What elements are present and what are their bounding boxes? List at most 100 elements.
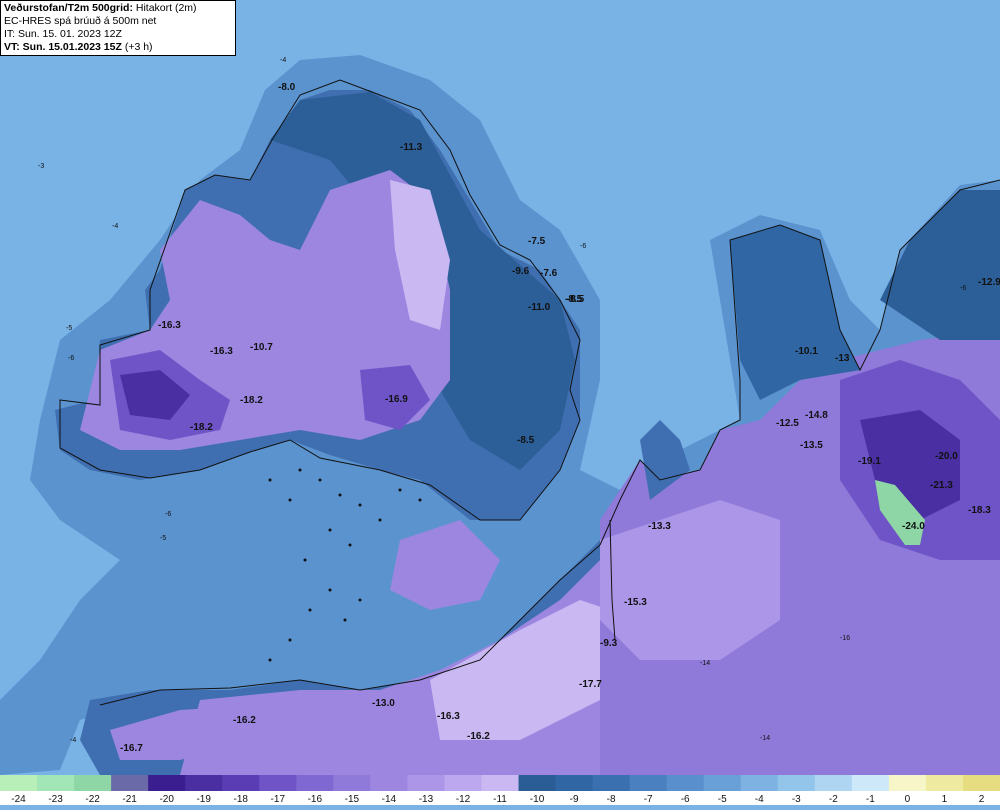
temperature-value-label: -13.5 (800, 440, 823, 451)
temperature-value-label: -9.3 (600, 638, 618, 649)
legend-label: -24 (11, 794, 26, 805)
svg-text:-4: -4 (70, 737, 76, 744)
legend-swatch (777, 775, 816, 791)
legend-swatch (592, 775, 631, 791)
legend-label: -6 (681, 794, 690, 805)
info-model-line: EC-HRES spá brúuð á 500m net (4, 15, 157, 27)
legend-label: -17 (271, 794, 286, 805)
legend-label: -12 (456, 794, 471, 805)
temperature-value-label: -8.5 (565, 294, 583, 305)
legend-swatch (148, 775, 186, 791)
legend-swatch (111, 775, 149, 791)
temperature-value-label: -18.3 (968, 505, 991, 516)
legend-label: 0 (905, 794, 911, 805)
info-valid-time-bold: VT: Sun. 15.01.2023 15Z (4, 41, 122, 53)
temperature-value-label: -20.0 (935, 451, 958, 462)
svg-text:-4: -4 (112, 223, 118, 230)
legend-swatch (407, 775, 445, 791)
legend-label: -18 (234, 794, 249, 805)
legend-swatch (851, 775, 890, 791)
svg-text:-6: -6 (68, 355, 74, 362)
legend-swatch (259, 775, 297, 791)
temperature-value-label: -13.3 (648, 521, 671, 532)
legend-label: -7 (644, 794, 653, 805)
legend-label: -8 (607, 794, 616, 805)
legend-label: -19 (196, 794, 211, 805)
svg-text:-16: -16 (840, 635, 850, 642)
legend-label: -3 (792, 794, 801, 805)
temperature-value-label: -14.8 (805, 410, 828, 421)
legend-swatch (518, 775, 557, 791)
temperature-value-label: -7.6 (540, 268, 558, 279)
temperature-value-label: -11.3 (400, 142, 423, 153)
temperature-value-label: -16.3 (210, 346, 233, 357)
info-title-bold: Veðurstofan/T2m 500grid: (4, 2, 133, 14)
legend-swatch (185, 775, 223, 791)
legend-label: 2 (979, 794, 985, 805)
temperature-value-label: -16.2 (233, 715, 256, 726)
temperature-value-label: -16.2 (467, 731, 490, 742)
legend-swatch (703, 775, 742, 791)
info-valid-time-rest: (+3 h) (121, 41, 153, 53)
legend-label: -15 (345, 794, 360, 805)
legend-label: -1 (866, 794, 875, 805)
temperature-value-label: -15.3 (624, 597, 647, 608)
legend-label: -4 (755, 794, 764, 805)
temperature-value-label: -12.5 (776, 418, 799, 429)
temperature-value-label: -11.0 (528, 302, 551, 313)
temperature-value-label: -24.0 (902, 521, 925, 532)
temperature-value-label: -18.2 (190, 422, 213, 433)
legend-swatch (0, 775, 38, 791)
temperature-value-label: -16.3 (437, 711, 460, 722)
info-init-time: IT: Sun. 15. 01. 2023 12Z (4, 28, 122, 40)
temperature-value-label: -13 (835, 353, 850, 364)
temperature-value-label: -7.5 (528, 236, 546, 247)
forecast-info-box: Veðurstofan/T2m 500grid: Hitakort (2m) E… (0, 0, 236, 56)
temperature-value-label: -10.7 (250, 342, 273, 353)
svg-text:-14: -14 (700, 660, 710, 667)
legend-swatch (888, 775, 927, 791)
legend-label: -22 (85, 794, 100, 805)
temperature-value-label: -21.3 (930, 480, 953, 491)
temperature-value-label: -19.1 (858, 456, 881, 467)
legend-swatch (629, 775, 668, 791)
legend-label: -11 (493, 794, 507, 805)
svg-text:-4: -4 (280, 57, 286, 64)
legend-swatch (333, 775, 371, 791)
svg-text:-6: -6 (165, 511, 171, 518)
legend-swatch (925, 775, 964, 791)
svg-text:-5: -5 (66, 325, 72, 332)
temperature-value-label: -17.7 (579, 679, 602, 690)
legend-swatch (666, 775, 705, 791)
svg-text:-6: -6 (960, 285, 966, 292)
temperature-legend: -24 -23 -22 -21 -20 -19 -18 -17 -16 -15 -14 -13 -12-… (0, 775, 1000, 805)
legend-label: -23 (48, 794, 63, 805)
svg-text:-14: -14 (760, 735, 770, 742)
temperature-value-label: -13.0 (372, 698, 395, 709)
temperature-value-label: -8.5 (517, 435, 535, 446)
legend-swatch (37, 775, 75, 791)
temperature-value-label: -9.6 (512, 266, 530, 277)
temperature-map: -8.0 -11.3 -16.3 -16.3 -10.7 -18.2 -18.2 -16.9 -… (0, 0, 1000, 775)
legend-swatch (370, 775, 408, 791)
legend-label: -20 (159, 794, 174, 805)
info-title-rest: Hitakort (2m) (132, 2, 197, 14)
temperature-value-label: -16.7 (120, 743, 143, 754)
svg-text:-3: -3 (38, 163, 44, 170)
legend-label: -10 (530, 794, 545, 805)
temperature-value-label: -10.1 (795, 346, 818, 357)
legend-swatch (481, 775, 520, 791)
legend-swatch (222, 775, 260, 791)
legend-label: -5 (718, 794, 727, 805)
legend-label: -21 (122, 794, 137, 805)
legend-label: -9 (570, 794, 579, 805)
legend-swatch (296, 775, 334, 791)
legend-label: -2 (829, 794, 838, 805)
legend-label: -13 (419, 794, 434, 805)
legend-swatch (555, 775, 594, 791)
legend-swatch (74, 775, 112, 791)
legend-label: -16 (308, 794, 323, 805)
legend-swatch (962, 775, 1000, 791)
legend-swatch (814, 775, 853, 791)
legend-label: -14 (382, 794, 397, 805)
